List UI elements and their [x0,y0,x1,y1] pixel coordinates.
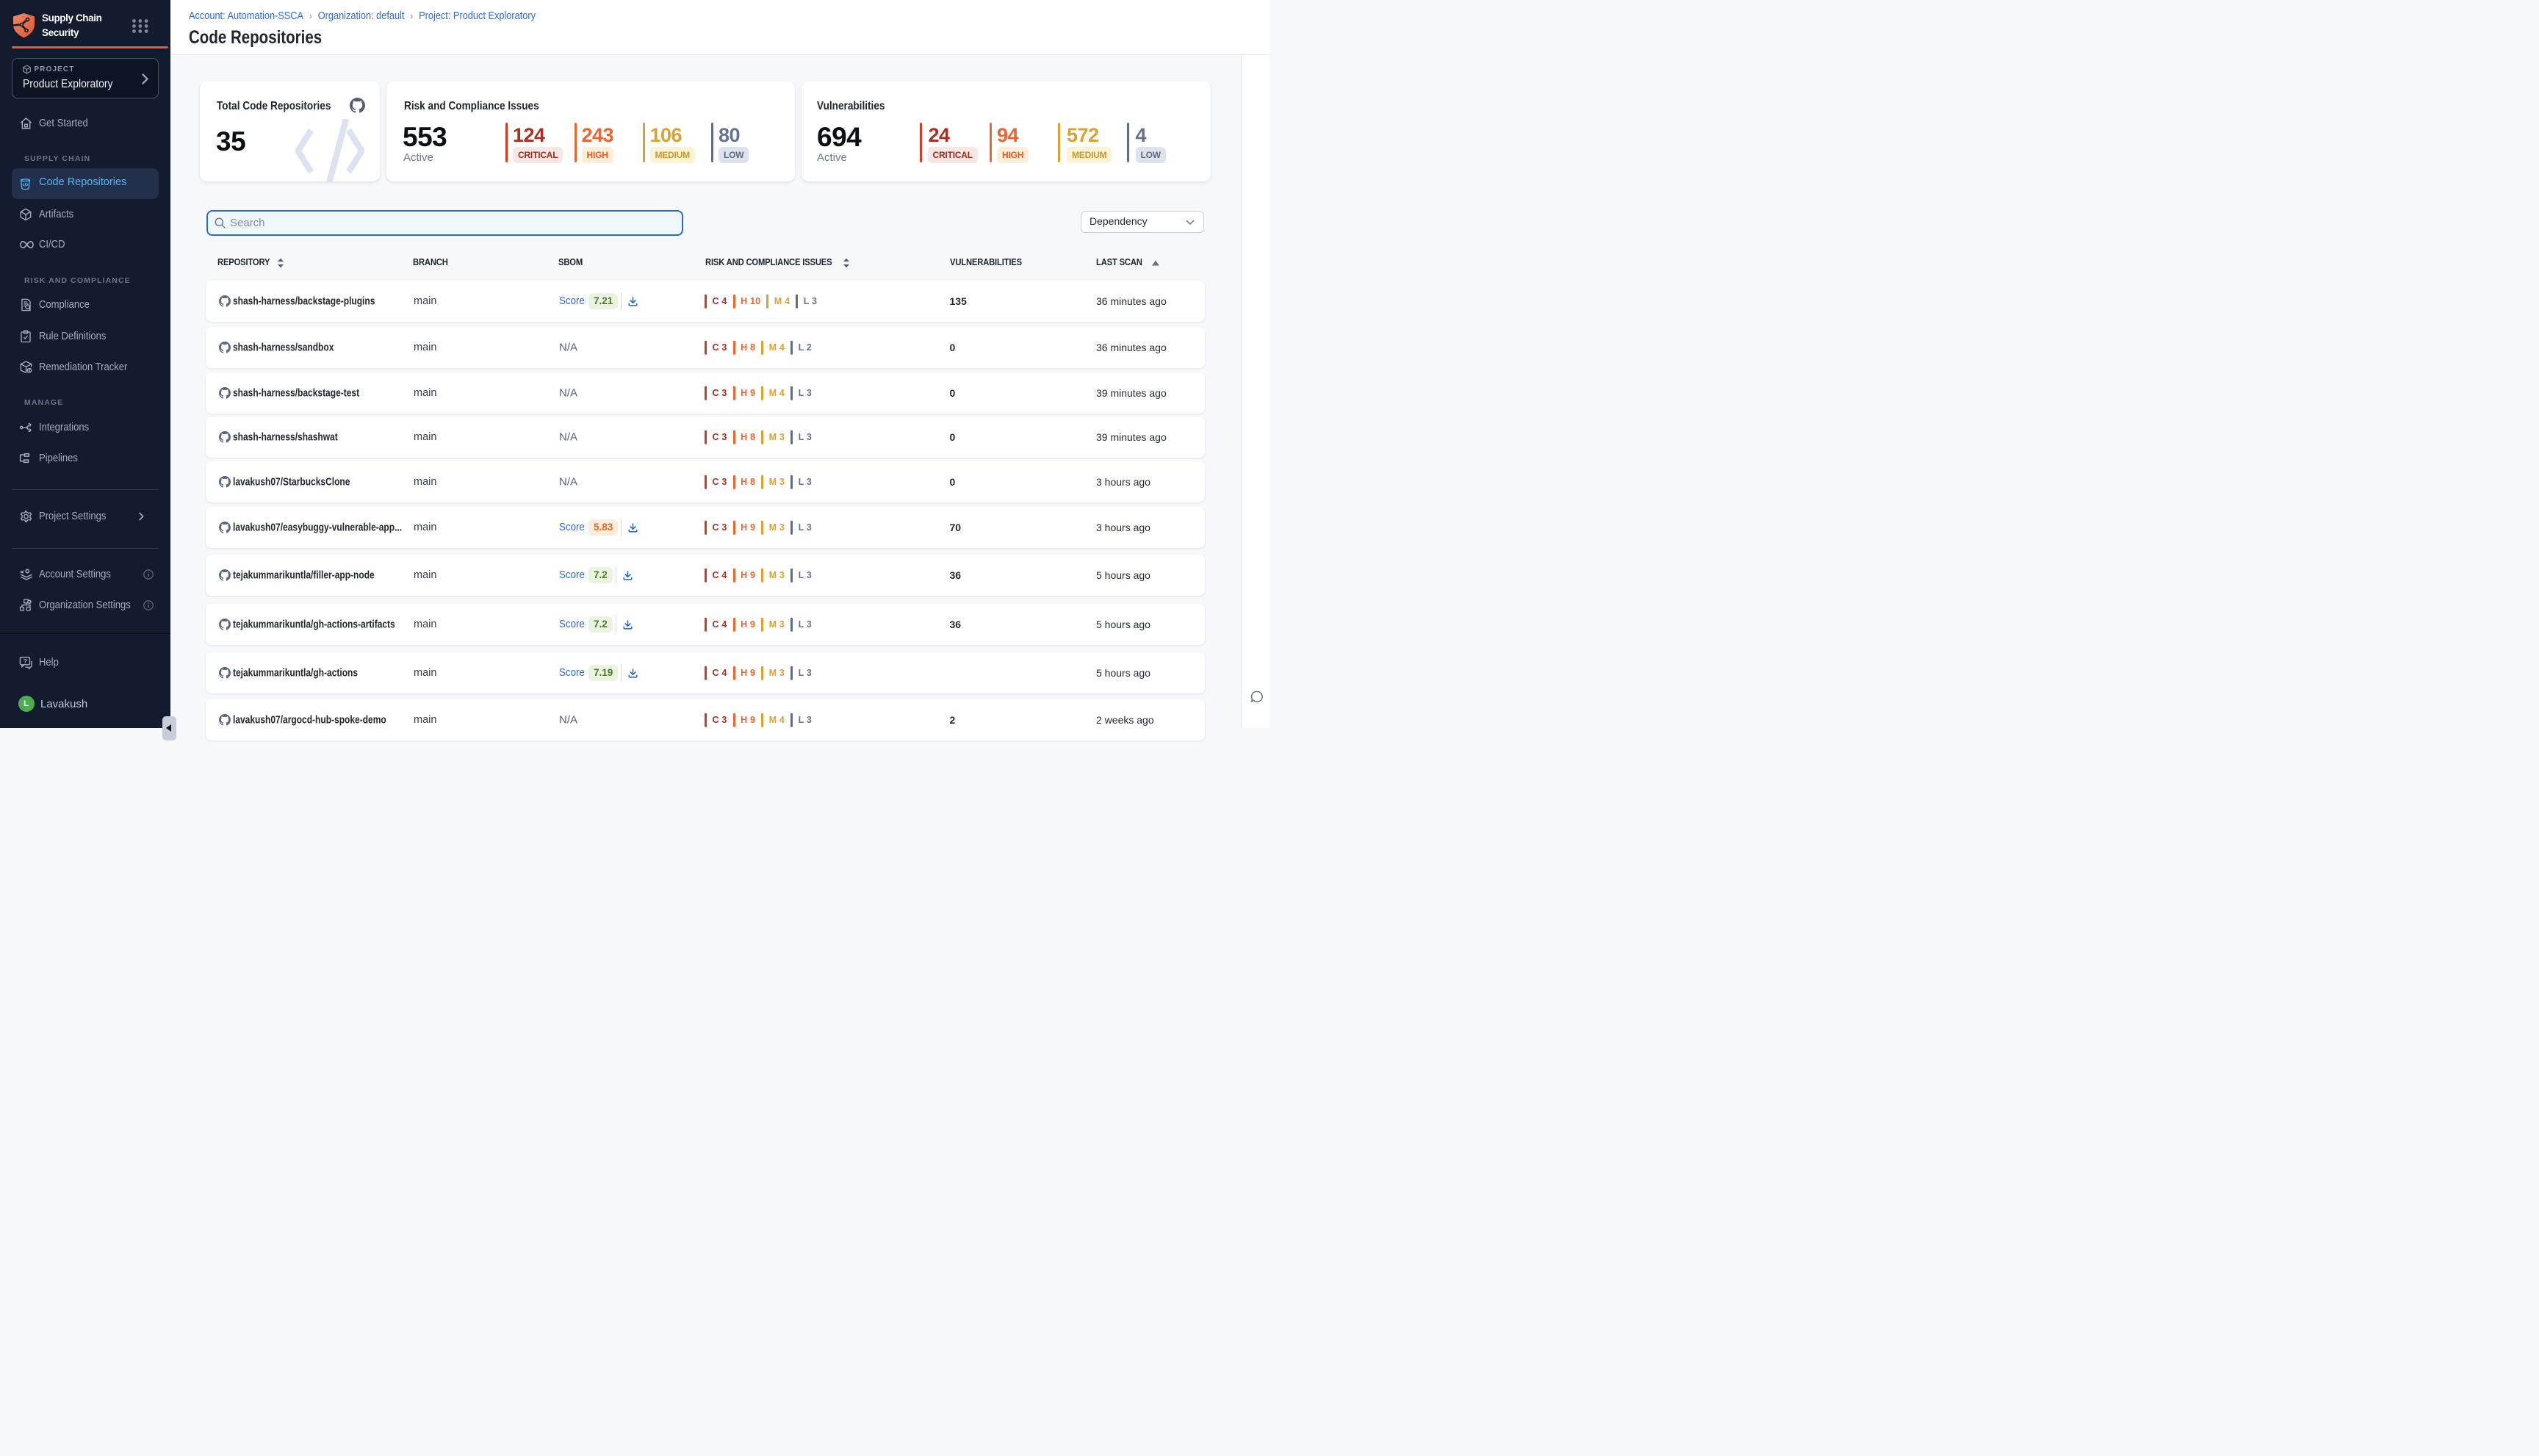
svg-text:?: ? [24,657,27,665]
